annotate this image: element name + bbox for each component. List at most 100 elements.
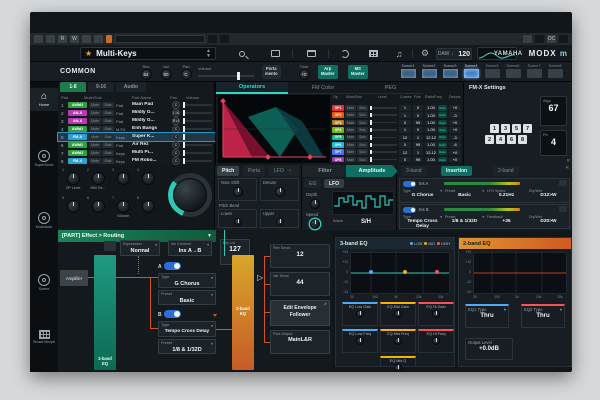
sidebar-item-knobauto[interactable]: KnobAuto [30, 212, 58, 229]
op-detune-value[interactable]: -6 [449, 142, 461, 148]
part-pan-knob[interactable]: C [172, 157, 180, 165]
routing-2band-eq-block[interactable]: 2-bandEQ [232, 255, 254, 370]
op-ratio-mode-chip[interactable]: Ratio [438, 149, 447, 155]
op-mute-button[interactable]: Mute [345, 135, 356, 141]
tab-lfo[interactable]: LFO [324, 179, 344, 188]
tab-amplitude[interactable]: Amplitude [346, 165, 398, 177]
ins-connect-dropdown[interactable]: Ins Connect▾ Ins A→B [168, 240, 212, 256]
wave-value[interactable]: S/H [346, 219, 386, 225]
lock-icon[interactable] [559, 35, 568, 43]
op-ratio-mode-chip[interactable]: Ratio [438, 112, 447, 118]
part-pan-knob[interactable]: R14 [172, 117, 180, 125]
op-coarse-value[interactable]: 1 [399, 127, 411, 133]
op-fine-value[interactable]: 1 [413, 149, 423, 155]
eq3-graph[interactable] [350, 252, 450, 294]
solo-button[interactable]: Solo [102, 134, 114, 140]
op-solo-button[interactable]: Solo [357, 157, 368, 163]
op-solo-button[interactable]: Solo [357, 105, 368, 111]
tab-pitch-lfo[interactable]: LFO [269, 166, 289, 176]
op-mute-button[interactable]: Mute [345, 112, 356, 118]
part-row[interactable]: 1 AWM2 Mute Solo Pad Main Pad C [58, 101, 215, 109]
assignable-knob[interactable]: 7 Volume [112, 197, 134, 218]
sidebar-item-scene[interactable]: Scene [30, 274, 58, 291]
op-fine-value[interactable]: 0 [413, 112, 423, 118]
mute-button[interactable]: Mute [89, 118, 101, 124]
read-automation-button[interactable]: R [58, 35, 67, 43]
record-dot-icon[interactable] [106, 35, 112, 43]
ins-effect-field[interactable]: LFO Speed 0.21Hz [486, 189, 527, 202]
eq2-graph[interactable] [473, 252, 567, 294]
sidebar-item-smart-morph[interactable]: Smart Morph [30, 330, 58, 344]
performance-stepper[interactable]: ▲▼ [206, 49, 211, 58]
ins-b-type-dropdown[interactable]: Type▾ Tempo Cross Delay [158, 321, 216, 337]
compare-button[interactable]: OC [547, 35, 556, 43]
op-mute-button[interactable]: Mute [345, 105, 356, 111]
scene-button[interactable]: Scene8 [545, 64, 565, 78]
snapshot-icon[interactable] [34, 35, 43, 43]
library-button[interactable] [304, 48, 318, 59]
op-ratio-mode-chip[interactable]: Ratio [438, 157, 447, 163]
assignable-knob[interactable]: 5 [62, 197, 84, 214]
part-output-box[interactable]: Part Output MainL&R [270, 330, 330, 354]
add-icon[interactable] [94, 35, 103, 43]
op-detune-value[interactable]: +0 [449, 105, 461, 111]
part-volume-slider[interactable] [184, 144, 212, 146]
ins-effect-field[interactable]: Feedback +35 [486, 215, 527, 228]
routing-3band-eq-block[interactable]: 3-bandEQ [94, 255, 116, 370]
op-ratio-value[interactable]: 12.12 [425, 149, 437, 155]
output-level-box[interactable]: Output Level +0.0dB [465, 338, 513, 360]
part-row[interactable]: 4 AWM2 Mute Solo M.FX Enh Bangs C [58, 125, 215, 133]
op-fine-value[interactable]: 0 [413, 105, 423, 111]
part-volume-slider[interactable] [184, 112, 212, 114]
op-level-slider[interactable] [371, 122, 397, 124]
eq-param-box[interactable]: EQ Hi Gain [418, 302, 454, 326]
op-ratio-mode-chip[interactable]: Ratio [438, 120, 447, 126]
tab-operators[interactable]: Operators [216, 82, 288, 94]
scene-button[interactable]: Scene5 [482, 64, 502, 78]
ins-a-enable-toggle[interactable] [403, 181, 416, 187]
eq2-type-dropdown[interactable]: EQ2 Type▾ Thru [521, 304, 565, 328]
scene-button[interactable]: Scene7 [524, 64, 544, 78]
eq-param-box[interactable]: EQ Low Freq [342, 329, 378, 353]
op-level-slider[interactable] [371, 151, 397, 153]
var-send-box[interactable]: Var Send 44 [270, 272, 330, 296]
op-coarse-value[interactable]: 0 [399, 142, 411, 148]
settings-button[interactable]: ⚙ [418, 48, 432, 59]
op-mute-button[interactable]: Mute [345, 149, 356, 155]
tab-filter[interactable]: Filter [302, 165, 348, 177]
op-detune-value[interactable]: +0 [449, 120, 461, 126]
op-fine-value[interactable]: 99 [413, 142, 423, 148]
master-volume-slider[interactable]: Volume [198, 66, 254, 77]
collapse-icon[interactable]: « [567, 158, 570, 164]
op-detune-value[interactable]: +0 [449, 127, 461, 133]
part-row[interactable]: 2 AN-X Mute Solo Pad Mildly G... L16 [58, 109, 215, 117]
op-mute-button[interactable]: Mute [345, 120, 356, 126]
solo-button[interactable]: Solo [102, 142, 114, 148]
ins-effect-field[interactable]: Dry/Wet D12>W [528, 189, 569, 202]
scene-button[interactable]: Scene3 [440, 64, 460, 78]
edit-envelope-follower-button[interactable]: ↗ Edit EnvelopeFollower [270, 300, 330, 326]
portamento-button[interactable]: Portamento [262, 65, 281, 79]
part-row[interactable]: 8 FM-X Mute Solo Keys FM Robo... C [58, 157, 215, 165]
ins-effect-field[interactable]: Type▾ G Chorus [402, 189, 443, 202]
op-level-slider[interactable] [371, 144, 397, 146]
pitch-bend-upper-knob[interactable]: Upper [260, 209, 299, 228]
portamento-time-knob[interactable]: Time +0 [292, 64, 316, 80]
assignable-knob[interactable]: 8 [137, 197, 159, 214]
eq-low-handle[interactable] [369, 270, 373, 274]
ins-b-preset-dropdown[interactable]: Preset▾ 1/8 & 1/32D [158, 339, 216, 354]
op-ratio-value[interactable]: 12.12 [425, 135, 437, 141]
arp-master-button[interactable]: ArpMaster [318, 65, 338, 79]
lfo-depth-knob[interactable] [310, 199, 320, 209]
op-detune-value[interactable]: -3 [449, 135, 461, 141]
assignable-knob[interactable]: 4 [137, 169, 159, 186]
op-solo-button[interactable]: Solo [357, 149, 368, 155]
op-solo-button[interactable]: Solo [357, 112, 368, 118]
tab-eg[interactable]: EG [304, 179, 321, 188]
part-volume-slider[interactable] [184, 120, 212, 122]
op-coarse-value[interactable]: 1 [399, 112, 411, 118]
part-row[interactable]: 3 AN-X Mute Solo Pad Mildly G... R14 [58, 117, 215, 125]
op-ratio-mode-chip[interactable]: Ratio [438, 127, 447, 133]
op-coarse-value[interactable]: 12 [399, 135, 411, 141]
feedback-selector[interactable]: Fb 4 [540, 130, 567, 156]
